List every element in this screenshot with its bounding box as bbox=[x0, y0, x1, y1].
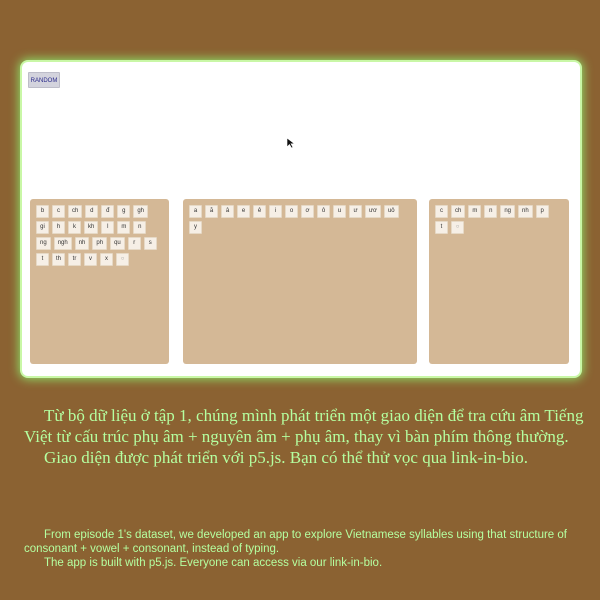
letter-key[interactable]: ơ bbox=[301, 205, 314, 218]
letter-key[interactable]: â bbox=[221, 205, 234, 218]
caption-english: From episode 1's dataset, we developed a… bbox=[24, 528, 584, 570]
letter-key[interactable]: n bbox=[484, 205, 498, 218]
caption-en-paragraph-2: The app is built with p5.js. Everyone ca… bbox=[44, 557, 383, 569]
letter-key[interactable]: p bbox=[535, 205, 549, 218]
letter-key[interactable]: t bbox=[36, 253, 49, 266]
initial-consonant-panel: b c ch d đ g gh gi h k kh l m n ng ngh nh ph qu r s t th tr v x ○ bbox=[30, 199, 169, 364]
caption-vi-paragraph-2: Giao diện được phát triển với p5.js. Bạn… bbox=[44, 448, 528, 467]
letter-key[interactable]: ô bbox=[317, 205, 330, 218]
letter-key[interactable]: y bbox=[189, 221, 202, 234]
letter-key[interactable]: l bbox=[101, 221, 115, 234]
letter-key[interactable]: gi bbox=[36, 221, 49, 234]
letter-key[interactable]: d bbox=[85, 205, 99, 218]
letter-key[interactable]: m bbox=[117, 221, 131, 234]
letter-key[interactable]: qu bbox=[110, 237, 125, 250]
letter-key[interactable]: ngh bbox=[53, 237, 72, 250]
letter-key[interactable]: ch bbox=[451, 205, 466, 218]
letter-key[interactable]: ươ bbox=[365, 205, 381, 218]
final-consonant-panel: c ch m n ng nh p t ○ bbox=[429, 199, 569, 364]
letter-key[interactable]: m bbox=[468, 205, 482, 218]
app-canvas: RANDOM b c ch d đ g gh gi h k kh l m n ng ngh nh ph qu r s t t… bbox=[22, 62, 580, 376]
letter-key[interactable]: c bbox=[435, 205, 448, 218]
vowel-panel: a ă â e ê i o ơ ô u ư ươ uô y bbox=[183, 199, 417, 364]
letter-key[interactable]: v bbox=[84, 253, 98, 266]
letter-key[interactable]: n bbox=[133, 221, 147, 234]
letter-key[interactable]: s bbox=[143, 237, 157, 250]
letter-key[interactable]: ng bbox=[36, 237, 51, 250]
letter-key[interactable]: g bbox=[117, 205, 131, 218]
random-button[interactable]: RANDOM bbox=[28, 72, 60, 88]
letter-key[interactable]: e bbox=[237, 205, 250, 218]
letter-key[interactable]: đ bbox=[101, 205, 115, 218]
empty-key[interactable]: ○ bbox=[451, 221, 464, 234]
letter-key[interactable]: ch bbox=[68, 205, 83, 218]
letter-key[interactable]: k bbox=[68, 221, 81, 234]
letter-key[interactable]: nh bbox=[74, 237, 90, 250]
letter-key[interactable]: ng bbox=[500, 205, 516, 218]
letter-key[interactable]: th bbox=[52, 253, 66, 266]
letter-key[interactable]: r bbox=[127, 237, 141, 250]
arrow-cursor-icon bbox=[286, 137, 296, 149]
letter-key[interactable]: o bbox=[285, 205, 298, 218]
letter-key[interactable]: uô bbox=[383, 205, 399, 218]
letter-key[interactable]: ph bbox=[92, 237, 108, 250]
letter-key[interactable]: a bbox=[189, 205, 202, 218]
caption-vi-paragraph-1: Từ bộ dữ liệu ở tập 1, chúng mình phát t… bbox=[24, 406, 584, 446]
letter-key[interactable]: gh bbox=[133, 205, 149, 218]
empty-key[interactable]: ○ bbox=[116, 253, 130, 266]
letter-key[interactable]: c bbox=[52, 205, 65, 218]
letter-key[interactable]: nh bbox=[518, 205, 533, 218]
letter-key[interactable]: h bbox=[52, 221, 65, 234]
letter-key[interactable]: i bbox=[269, 205, 282, 218]
caption-vietnamese: Từ bộ dữ liệu ở tập 1, chúng mình phát t… bbox=[24, 405, 584, 468]
letter-key[interactable]: ă bbox=[205, 205, 218, 218]
letter-key[interactable]: kh bbox=[84, 221, 99, 234]
letter-key[interactable]: ư bbox=[349, 205, 362, 218]
letter-key[interactable]: b bbox=[36, 205, 49, 218]
letter-key[interactable]: ê bbox=[253, 205, 266, 218]
letter-key[interactable]: x bbox=[100, 253, 114, 266]
letter-key[interactable]: tr bbox=[68, 253, 82, 266]
letter-key[interactable]: t bbox=[435, 221, 448, 234]
letter-key[interactable]: u bbox=[333, 205, 346, 218]
caption-en-paragraph-1: From episode 1's dataset, we developed a… bbox=[24, 529, 567, 555]
